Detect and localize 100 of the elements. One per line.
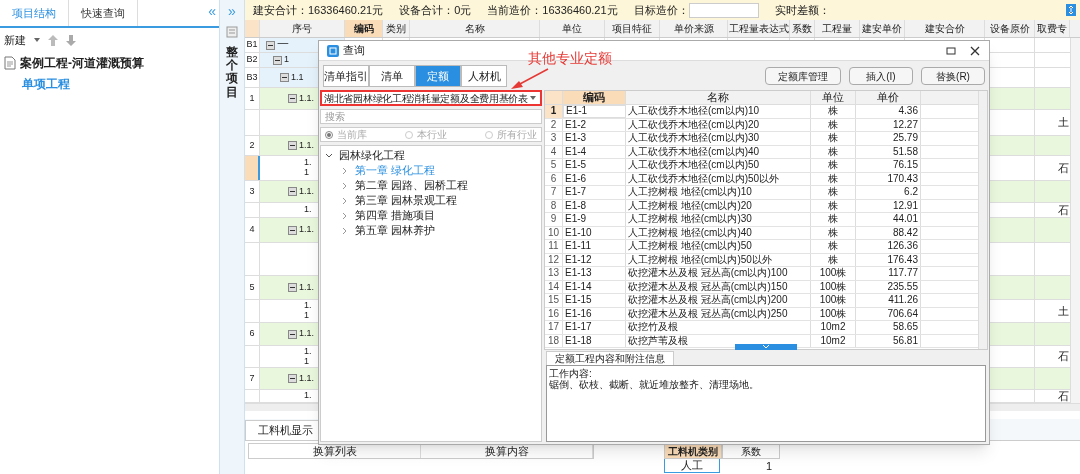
fit-icon[interactable]: [1066, 4, 1076, 16]
down-arrow-icon[interactable]: [66, 34, 76, 46]
table-cell: 砍挖灌木丛及根 冠丛高(cm以内)150: [626, 280, 811, 293]
tree-item[interactable]: 第二章 园路、园桥工程: [355, 177, 468, 194]
chevron-right-icon[interactable]: [341, 211, 349, 220]
row-header[interactable]: 13: [545, 267, 563, 280]
row-header[interactable]: 5: [245, 276, 260, 299]
dialog-tab[interactable]: 人材机: [461, 65, 507, 87]
column-header[interactable]: 名称: [410, 20, 540, 37]
toolbar-button[interactable]: 替换(R): [921, 67, 985, 85]
dialog-tab[interactable]: 清单: [369, 65, 415, 87]
row-header[interactable]: B2: [245, 53, 260, 67]
collapse-icon[interactable]: [288, 141, 297, 150]
collapse-icon[interactable]: [288, 329, 297, 339]
row-header[interactable]: 5: [545, 159, 563, 172]
table-cell: E1-18: [563, 334, 626, 347]
new-menu[interactable]: 新建: [4, 31, 26, 49]
row-header[interactable]: 3: [545, 132, 563, 145]
row-header[interactable]: 10: [545, 226, 563, 239]
row-header[interactable]: 14: [545, 280, 563, 293]
vertical-scrollbar[interactable]: [1070, 38, 1080, 403]
sidebar-tab[interactable]: 项目结构: [0, 0, 69, 26]
chevron-down-icon[interactable]: [325, 151, 333, 160]
row-header[interactable]: B1: [245, 38, 260, 52]
tree-item[interactable]: 案例工程-河道灌溉预算: [20, 54, 144, 72]
table-cell: 170.43: [856, 172, 921, 185]
row-header[interactable]: 11: [545, 240, 563, 253]
row-header[interactable]: 6: [245, 323, 260, 345]
annotation-text: 其他专业定额: [528, 49, 612, 68]
app-icon[interactable]: [327, 44, 339, 57]
row-header[interactable]: 7: [545, 186, 563, 199]
column-header[interactable]: 工程量: [815, 20, 860, 37]
chevron-right-icon[interactable]: [341, 166, 349, 175]
library-dropdown[interactable]: 湖北省园林绿化工程消耗量定额及全费用基价表: [320, 90, 542, 106]
column-header[interactable]: 编码: [563, 91, 626, 104]
splitter-handle[interactable]: [735, 344, 797, 350]
column-header[interactable]: 系数: [790, 20, 815, 37]
tree-item[interactable]: 第三章 园林景观工程: [355, 192, 457, 209]
chevron-right-icon[interactable]: [341, 181, 349, 190]
chevron-right-icon[interactable]: [341, 226, 349, 235]
row-header[interactable]: 1: [245, 88, 260, 109]
column-header[interactable]: 单价: [856, 91, 921, 104]
row-header[interactable]: 15: [545, 294, 563, 307]
row-header[interactable]: [245, 156, 260, 180]
document-icon[interactable]: [4, 56, 16, 70]
caret-icon[interactable]: [34, 38, 40, 42]
collapse-icon[interactable]: [288, 94, 297, 103]
collapse-icon[interactable]: [266, 40, 275, 50]
row-header[interactable]: 16: [545, 307, 563, 320]
dialog-tab[interactable]: 清单指引: [323, 65, 369, 87]
column-header[interactable]: 建安合价: [905, 20, 985, 37]
column-header[interactable]: 编码: [345, 20, 383, 37]
sidebar-tab[interactable]: 快速查询: [69, 0, 138, 26]
row-header[interactable]: 4: [245, 218, 260, 242]
column-header[interactable]: 建安单价: [860, 20, 905, 37]
maximize-icon[interactable]: [945, 44, 957, 57]
column-header[interactable]: 设备原价: [985, 20, 1035, 37]
row-header[interactable]: 2: [245, 136, 260, 155]
input-field[interactable]: [688, 2, 759, 18]
collapse-icon[interactable]: [288, 225, 297, 235]
tree-item[interactable]: 单项工程: [0, 74, 70, 94]
tree-item[interactable]: 第五章 园林养护: [355, 222, 435, 239]
caret-icon[interactable]: [529, 96, 536, 100]
column-header[interactable]: 单位: [811, 91, 856, 104]
row-header[interactable]: 18: [545, 334, 563, 347]
up-arrow-icon[interactable]: [48, 34, 58, 46]
row-header[interactable]: 17: [545, 321, 563, 334]
panel-icon[interactable]: [226, 26, 238, 38]
row-header[interactable]: 4: [545, 145, 563, 158]
tree-item[interactable]: 园林绿化工程: [339, 147, 405, 164]
row-header[interactable]: 8: [545, 199, 563, 212]
collapse-icon[interactable]: [288, 187, 297, 196]
row-header[interactable]: 9: [545, 213, 563, 226]
column-header[interactable]: 取费专: [1035, 20, 1070, 37]
collapse-icon[interactable]: [288, 374, 297, 383]
info-tab[interactable]: 定额工程内容和附注信息: [546, 351, 674, 365]
vertical-scrollbar[interactable]: [978, 91, 987, 349]
row-header[interactable]: 1: [545, 105, 563, 118]
column-header[interactable]: 单位: [540, 20, 605, 37]
tree-item[interactable]: 第四章 措施项目: [355, 207, 435, 224]
row-header[interactable]: 12: [545, 253, 563, 266]
close-icon[interactable]: [969, 44, 981, 57]
collapse-icon[interactable]: [273, 55, 282, 65]
collapse-icon[interactable]: [280, 73, 289, 82]
column-header[interactable]: 工程量表达式: [728, 20, 790, 37]
search-field[interactable]: 搜索: [320, 109, 542, 124]
tree-item[interactable]: 第一章 绿化工程: [355, 162, 435, 179]
row-header[interactable]: 3: [245, 181, 260, 202]
row-header[interactable]: 2: [545, 118, 563, 131]
column-header[interactable]: 类别: [383, 20, 410, 37]
chevron-right-icon[interactable]: [341, 196, 349, 205]
column-header[interactable]: 项目特征: [605, 20, 660, 37]
row-header[interactable]: B3: [245, 68, 260, 87]
row-header[interactable]: 6: [545, 172, 563, 185]
column-header[interactable]: 单价来源: [660, 20, 728, 37]
row-header[interactable]: 7: [245, 368, 260, 389]
collapse-icon[interactable]: [288, 283, 297, 292]
column-header[interactable]: 名称: [626, 91, 811, 104]
toolbar-button[interactable]: 定额库管理: [765, 67, 841, 85]
toolbar-button[interactable]: 插入(I): [849, 67, 913, 85]
